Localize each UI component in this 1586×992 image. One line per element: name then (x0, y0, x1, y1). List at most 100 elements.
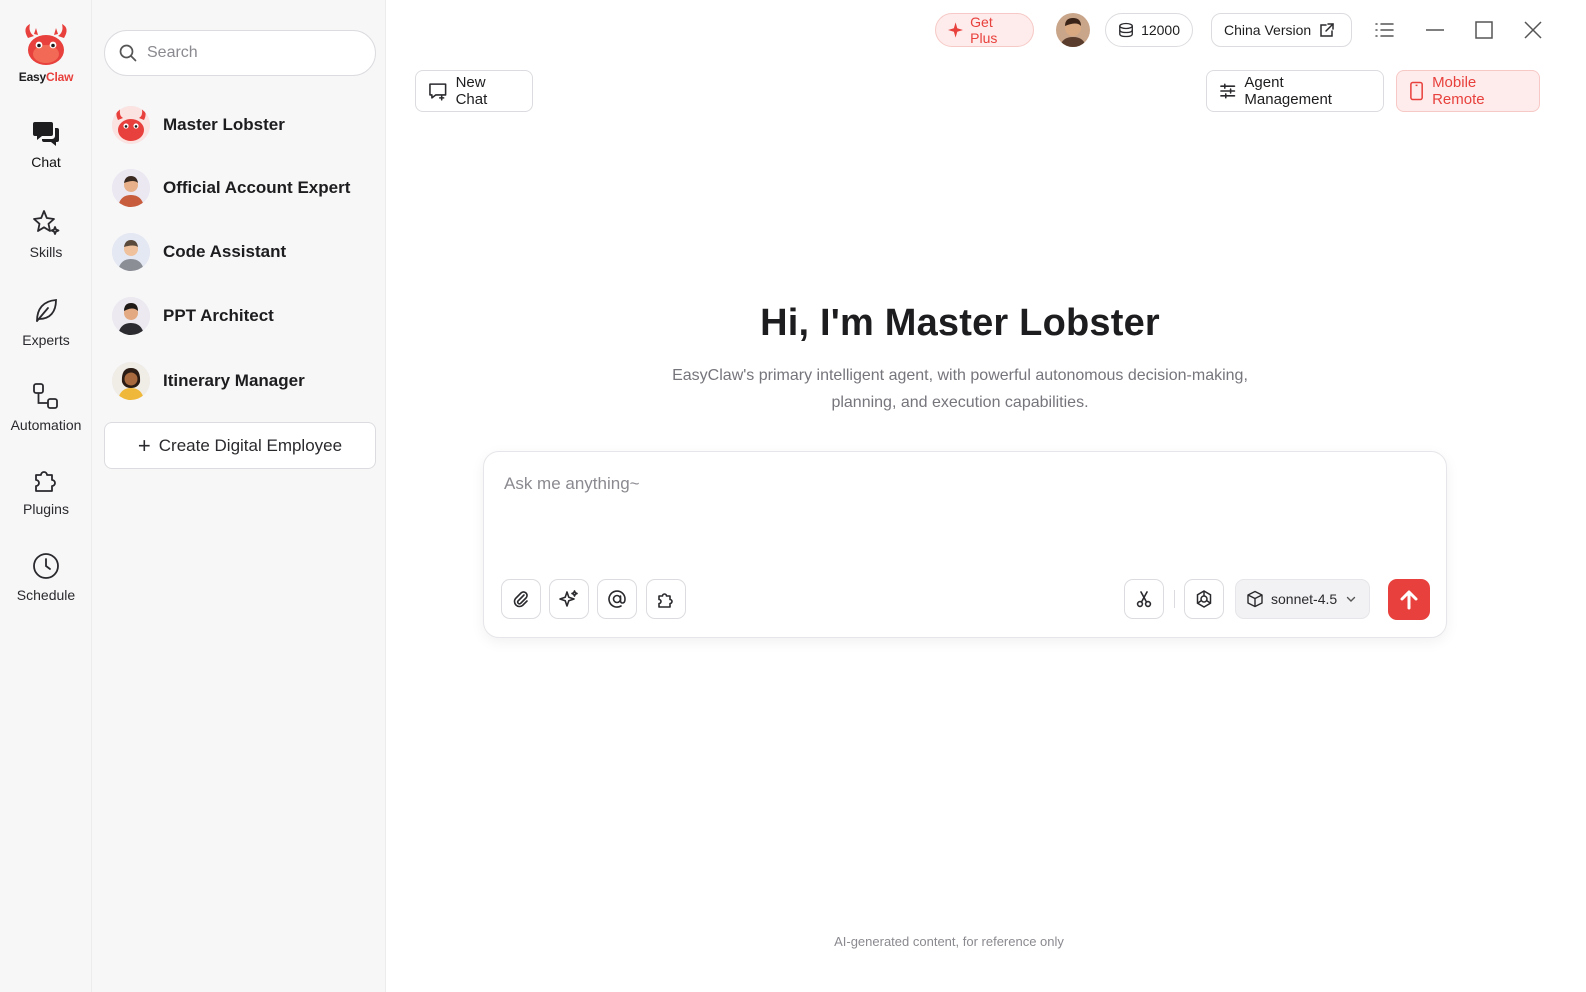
agent-management-label: Agent Management (1244, 74, 1332, 108)
new-chat-button[interactable]: New Chat (415, 70, 533, 112)
agent-item-master-lobster[interactable]: Master Lobster (104, 99, 376, 151)
agent-name: PPT Architect (163, 306, 274, 325)
mention-button[interactable] (597, 579, 637, 619)
hero-subtitle: EasyClaw's primary intelligent agent, wi… (672, 367, 1248, 411)
agent-name: Master Lobster (163, 115, 285, 134)
nav-label: Schedule (16, 587, 76, 603)
avatar (112, 233, 150, 271)
chat-bubbles-icon (33, 122, 59, 146)
app-logo: EasyClaw (0, 22, 92, 84)
screenshot-cut-button[interactable] (1124, 579, 1164, 619)
nav-item-experts[interactable]: Experts (0, 296, 92, 348)
new-chat-label: New Chat (455, 74, 488, 108)
nav-label: Plugins (23, 501, 69, 517)
get-plus-label: Get Plus (970, 14, 998, 46)
at-sign-icon (608, 590, 626, 608)
nav-label: Automation (10, 417, 82, 433)
agent-name: Itinerary Manager (163, 371, 305, 390)
person-avatar-icon (112, 297, 150, 335)
mobile-remote-button[interactable]: Mobile Remote (1396, 70, 1540, 112)
message-composer: sonnet-4.5 (483, 451, 1447, 638)
search-input[interactable] (147, 44, 357, 62)
plus-icon: + (137, 432, 151, 458)
agent-item-itinerary-manager[interactable]: Itinerary Manager (104, 355, 376, 407)
nav-item-plugins[interactable]: Plugins (0, 465, 92, 517)
leaf-icon (36, 299, 57, 322)
list-menu-icon (1375, 23, 1394, 37)
model-select-value: sonnet-4.5 (1271, 591, 1338, 607)
nav-rail: EasyClaw Chat Skills Experts Automation (0, 0, 92, 992)
create-digital-employee-label: Create Digital Employee (158, 435, 343, 455)
plugins-button[interactable] (646, 579, 686, 619)
arrow-up-icon (1400, 590, 1418, 609)
sparkle-star-icon (559, 590, 578, 607)
minimize-button[interactable] (1423, 18, 1447, 42)
menu-button[interactable] (1373, 18, 1397, 42)
user-avatar[interactable] (1056, 13, 1090, 47)
nav-item-chat[interactable]: Chat (0, 118, 92, 170)
nav-label: Skills (29, 244, 63, 260)
agent-search[interactable] (104, 30, 376, 76)
scissors-icon (1136, 591, 1152, 608)
agent-item-ppt-architect[interactable]: PPT Architect (104, 290, 376, 342)
nav-item-automation[interactable]: Automation (0, 381, 92, 433)
nav-item-skills[interactable]: Skills (0, 208, 92, 260)
person-avatar-icon (112, 169, 150, 207)
search-icon (119, 44, 137, 62)
send-button[interactable] (1388, 579, 1430, 620)
new-chat-icon (429, 83, 447, 101)
avatar (112, 169, 150, 207)
message-input[interactable] (504, 474, 1424, 564)
disclaimer-note: AI-generated content, for reference only (834, 934, 1064, 949)
maximize-button[interactable] (1472, 18, 1496, 42)
credits-badge[interactable]: 12000 (1105, 13, 1193, 47)
agent-list-panel: Master Lobster Official Account Expert C… (92, 0, 386, 992)
mobile-remote-label: Mobile Remote (1432, 74, 1485, 108)
credits-value: 12000 (1141, 22, 1180, 38)
close-button[interactable] (1521, 18, 1545, 42)
puzzle-icon (35, 471, 56, 492)
app-logo-text: EasyClaw (0, 70, 92, 84)
sliders-icon (1220, 83, 1236, 99)
close-icon (1524, 21, 1542, 39)
paperclip-icon (513, 591, 528, 608)
china-version-link[interactable]: China Version (1211, 13, 1352, 47)
agent-name: Code Assistant (163, 242, 287, 261)
logo-text-easy: Easy (18, 70, 46, 84)
cube-icon (1247, 590, 1263, 608)
agent-name: Official Account Expert (163, 178, 351, 197)
lobster-avatar-icon (112, 106, 150, 144)
user-avatar-icon (1056, 13, 1090, 47)
agent-management-button[interactable]: Agent Management (1206, 70, 1384, 112)
sparkle-icon (948, 22, 964, 38)
openai-icon (1196, 590, 1212, 608)
avatar (112, 297, 150, 335)
person-avatar-icon (112, 362, 150, 400)
nav-label: Chat (31, 154, 61, 170)
agent-item-official-account-expert[interactable]: Official Account Expert (104, 162, 376, 214)
puzzle-icon (658, 593, 673, 608)
agent-item-code-assistant[interactable]: Code Assistant (104, 226, 376, 278)
toolbar-divider (1174, 590, 1175, 608)
lobster-logo-icon (25, 24, 67, 65)
workflow-icon (33, 383, 58, 409)
hero-title: Hi, I'm Master Lobster (760, 302, 1160, 344)
model-engine-button[interactable] (1184, 579, 1224, 619)
get-plus-button[interactable]: Get Plus (935, 13, 1034, 47)
skills-button[interactable] (549, 579, 589, 619)
minimize-icon (1426, 29, 1444, 31)
nav-item-schedule[interactable]: Schedule (0, 551, 92, 603)
maximize-icon (1475, 21, 1493, 39)
attach-button[interactable] (501, 579, 541, 619)
person-avatar-icon (112, 233, 150, 271)
china-version-label: China Version (1224, 22, 1312, 38)
external-link-icon (1320, 23, 1334, 37)
nav-label: Experts (22, 332, 70, 348)
coin-stack-icon (1119, 22, 1133, 38)
logo-text-claw: Claw (46, 70, 74, 84)
model-select[interactable]: sonnet-4.5 (1235, 579, 1370, 619)
clock-icon (33, 553, 59, 579)
chevron-down-icon (1346, 596, 1356, 602)
create-digital-employee-button[interactable]: + Create Digital Employee (104, 422, 376, 469)
avatar (112, 362, 150, 400)
